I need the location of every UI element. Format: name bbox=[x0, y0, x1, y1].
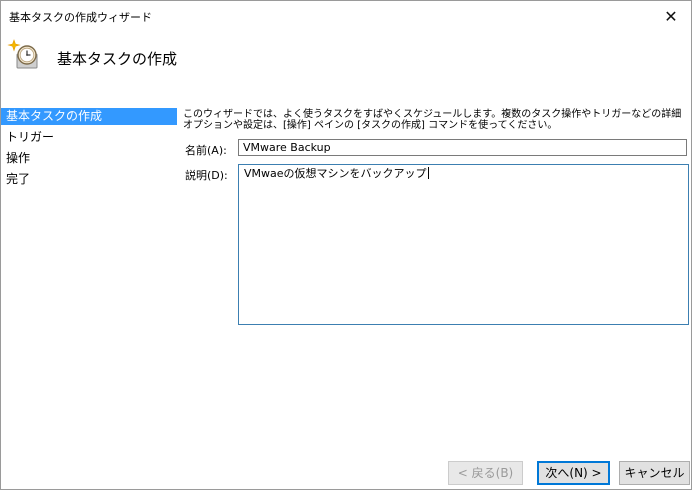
text-caret bbox=[427, 167, 429, 179]
next-button[interactable]: 次へ(N) > bbox=[537, 461, 610, 485]
wizard-description: このウィザードでは、よく使うタスクをすばやくスケジュールします。複数のタスク操作… bbox=[183, 109, 682, 131]
description-field-value: VMwaeの仮想マシンをバックアップ bbox=[244, 167, 427, 180]
cancel-button[interactable]: キャンセル bbox=[619, 461, 690, 485]
close-icon: ✕ bbox=[664, 7, 678, 26]
description-label: 説明(D): bbox=[185, 169, 228, 182]
name-label: 名前(A): bbox=[185, 144, 227, 157]
window-title: 基本タスクの作成ウィザード bbox=[9, 11, 152, 24]
step-action[interactable]: 操作 bbox=[1, 150, 177, 167]
close-button[interactable]: ✕ bbox=[651, 1, 691, 32]
name-field-value: VMware Backup bbox=[243, 141, 331, 154]
description-field[interactable]: VMwaeの仮想マシンをバックアップ bbox=[238, 164, 689, 325]
wizard-window: 基本タスクの作成ウィザード ✕ 基本タスクの作成 基本タスクの作成 トリガー 操… bbox=[0, 0, 692, 490]
step-finish[interactable]: 完了 bbox=[1, 171, 177, 188]
step-create-basic-task[interactable]: 基本タスクの作成 bbox=[1, 108, 177, 125]
task-scheduler-clock-icon bbox=[7, 39, 38, 69]
wizard-steps-sidebar: 基本タスクの作成 トリガー 操作 完了 bbox=[1, 106, 177, 489]
step-trigger[interactable]: トリガー bbox=[1, 129, 177, 146]
title-bar: 基本タスクの作成ウィザード ✕ bbox=[1, 1, 691, 32]
page-title: 基本タスクの作成 bbox=[57, 50, 178, 68]
wizard-footer: < 戻る(B) 次へ(N) > キャンセル bbox=[1, 456, 691, 489]
back-button[interactable]: < 戻る(B) bbox=[448, 461, 523, 485]
name-field[interactable]: VMware Backup bbox=[238, 139, 687, 156]
wizard-header: 基本タスクの作成 bbox=[1, 32, 691, 102]
